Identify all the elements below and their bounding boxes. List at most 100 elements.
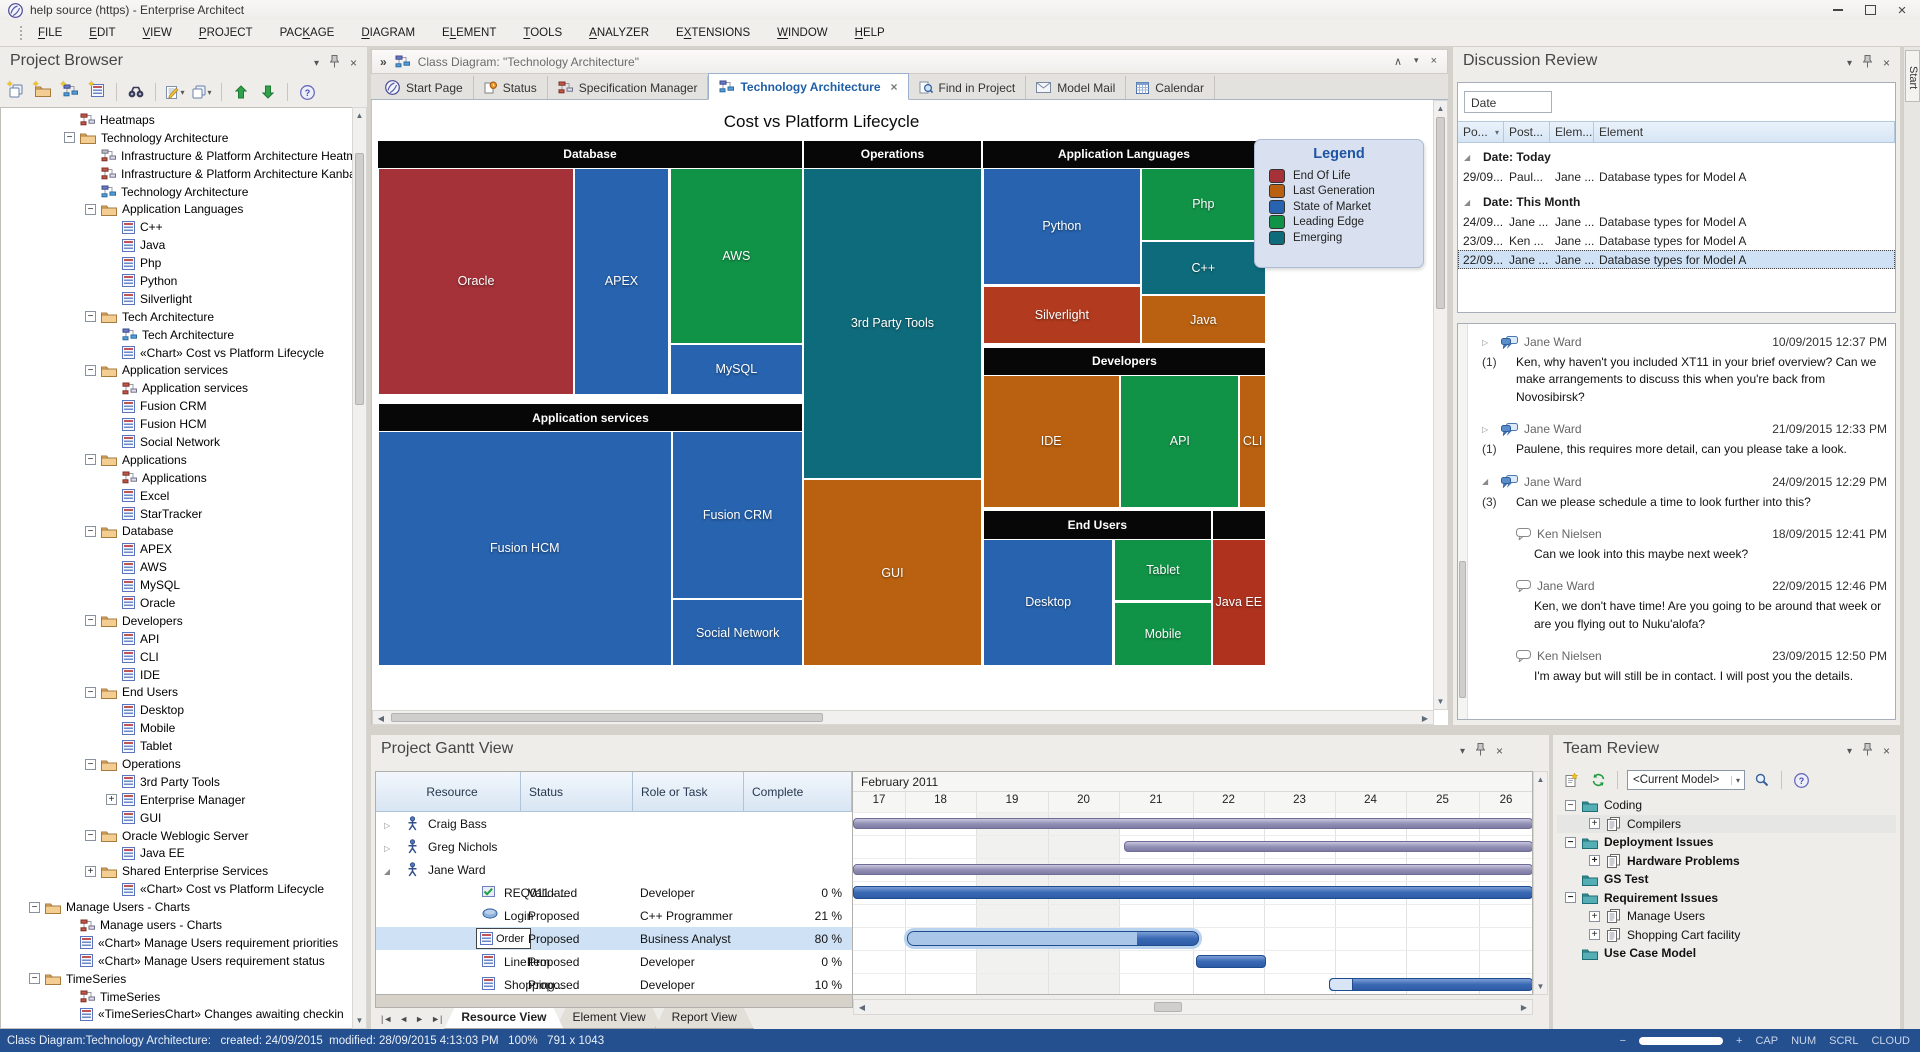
column-header[interactable]: Elem... xyxy=(1550,121,1594,143)
gantt-summary-bar[interactable] xyxy=(1124,841,1533,852)
collapse-toggle[interactable]: − xyxy=(1565,800,1576,811)
discussion-post[interactable]: ◢Jane Ward24/09/2015 12:29 PM(3)Can we p… xyxy=(1482,472,1887,511)
column-header[interactable]: Post... xyxy=(1504,121,1550,143)
row-collapsed-icon[interactable]: ▷ xyxy=(384,840,390,854)
zoom-slider[interactable] xyxy=(1639,1037,1723,1045)
view-tab-resource-view[interactable]: Resource View xyxy=(444,1008,563,1029)
gantt-row[interactable]: LineItemProposedDeveloper0 % xyxy=(376,950,852,973)
tree-item[interactable]: Python xyxy=(1,272,352,290)
chevron-down-icon[interactable]: ▾ xyxy=(1847,746,1852,757)
treemap-block[interactable]: Php xyxy=(1142,169,1265,240)
collapse-toggle[interactable]: − xyxy=(85,454,96,465)
gantt-row[interactable]: LoginProposedC++ Programmer21 % xyxy=(376,904,852,927)
canvas-vertical-scrollbar[interactable]: ▲▼ xyxy=(1433,100,1448,710)
tab-start-page[interactable]: Start Page xyxy=(375,76,474,99)
treemap-block[interactable]: Java xyxy=(1142,296,1265,343)
close-tab-icon[interactable]: × xyxy=(891,80,898,94)
tree-item[interactable]: Manage users - Charts xyxy=(1,916,352,934)
chevron-down-icon[interactable]: ▾ xyxy=(1460,746,1465,757)
gantt-column-header[interactable]: Status xyxy=(521,772,633,812)
help-button[interactable]: ? xyxy=(297,82,317,102)
new-package-button[interactable]: ✦ xyxy=(33,82,53,102)
column-header[interactable]: Po...▾ xyxy=(1458,121,1504,143)
gantt-row[interactable]: Shopping...ProposedDeveloper10 % xyxy=(376,973,852,996)
new-document-button[interactable] xyxy=(1561,770,1581,790)
group-row[interactable]: ◢Date: Today xyxy=(1458,147,1895,167)
gantt-row[interactable]: ◢Jane Ward xyxy=(376,858,852,881)
group-expanded-icon[interactable]: ◢ xyxy=(1464,153,1477,162)
tree-item[interactable]: Excel xyxy=(1,487,352,505)
team-review-item[interactable]: −Requirement Issues xyxy=(1557,889,1896,908)
gantt-row[interactable]: ▷Craig Bass xyxy=(376,812,852,835)
tree-item[interactable]: «Chart» Manage Users requirement priorit… xyxy=(1,934,352,952)
zoom-in-icon[interactable]: + xyxy=(1736,1035,1742,1047)
tree-item[interactable]: −Operations xyxy=(1,755,352,773)
treemap-block[interactable]: Social Network xyxy=(673,600,802,665)
tree-item[interactable]: «Chart» Cost vs Platform Lifecycle xyxy=(1,344,352,362)
team-review-item[interactable]: +Hardware Problems xyxy=(1557,852,1896,871)
team-review-item[interactable]: +Manage Users xyxy=(1557,907,1896,926)
thread-expanded-icon[interactable]: ◢ xyxy=(1482,477,1495,486)
view-tab-element-view[interactable]: Element View xyxy=(556,1008,663,1029)
tree-item[interactable]: «Chart» Manage Users requirement status xyxy=(1,952,352,970)
menu-package[interactable]: PACKAGE xyxy=(280,27,335,39)
find-in-browser-button[interactable] xyxy=(126,82,146,102)
chevron-down-icon[interactable]: ▾ xyxy=(314,58,319,69)
menu-help[interactable]: HELP xyxy=(855,27,885,39)
minimize-button[interactable] xyxy=(1824,1,1852,19)
discussion-row[interactable]: 29/09...Paul...Jane ...Database types fo… xyxy=(1458,167,1895,186)
discussion-post[interactable]: ▷Jane Ward21/09/2015 12:33 PM(1)Paulene,… xyxy=(1482,419,1887,458)
menu-diagram[interactable]: DIAGRAM xyxy=(361,27,415,39)
tree-item[interactable]: StarTracker xyxy=(1,505,352,523)
treemap-block[interactable]: Fusion CRM xyxy=(673,432,802,598)
tree-item[interactable]: −TimeSeries xyxy=(1,970,352,988)
collapse-toggle[interactable]: − xyxy=(29,973,40,984)
collapse-toggle[interactable]: − xyxy=(85,311,96,322)
treemap-block[interactable]: API xyxy=(1121,376,1238,507)
menu-edit[interactable]: EDIT xyxy=(89,27,115,39)
gantt-nav-buttons[interactable]: |◄◄►►| xyxy=(375,1008,452,1029)
tree-item[interactable]: Applications xyxy=(1,469,352,487)
close-icon[interactable]: × xyxy=(1883,56,1890,70)
thread-collapsed-icon[interactable]: ▷ xyxy=(1482,338,1495,347)
collapse-toggle[interactable]: − xyxy=(64,132,75,143)
treemap-block[interactable]: APEX xyxy=(575,169,668,394)
treemap-block[interactable]: Desktop xyxy=(984,540,1113,665)
close-icon[interactable]: × xyxy=(1496,744,1503,758)
gantt-column-header[interactable]: Role or Task xyxy=(633,772,744,812)
gantt-column-header[interactable]: Resource xyxy=(376,772,521,812)
team-review-item[interactable]: Use Case Model xyxy=(1557,944,1896,963)
close-icon[interactable]: × xyxy=(1883,744,1890,758)
gantt-column-header[interactable]: Complete xyxy=(744,772,852,812)
team-review-item[interactable]: +Shopping Cart facility xyxy=(1557,926,1896,945)
tree-item[interactable]: −Technology Architecture xyxy=(1,129,352,147)
tab-calendar[interactable]: Calendar xyxy=(1126,76,1215,99)
copy-button[interactable]: ▾ xyxy=(192,82,212,102)
expand-toggle[interactable]: + xyxy=(85,866,96,877)
treemap-block[interactable]: Silverlight xyxy=(984,287,1140,343)
tab-specification-manager[interactable]: Specification Manager xyxy=(548,76,709,99)
treemap-block[interactable]: Mobile xyxy=(1115,603,1211,665)
collapse-toggle[interactable]: − xyxy=(1565,837,1576,848)
help-button[interactable]: ? xyxy=(1791,770,1811,790)
tree-item[interactable]: API xyxy=(1,630,352,648)
gantt-task-bar[interactable] xyxy=(853,886,1533,899)
pin-icon[interactable] xyxy=(1863,55,1872,71)
tree-item[interactable]: TimeSeries xyxy=(1,988,352,1006)
group-by-field[interactable]: Date xyxy=(1464,91,1552,113)
team-review-item[interactable]: −Deployment Issues xyxy=(1557,833,1896,852)
collapse-toggle[interactable]: − xyxy=(29,902,40,913)
tree-item[interactable]: Desktop xyxy=(1,701,352,719)
thread-scrollbar[interactable] xyxy=(1458,324,1468,719)
tree-item[interactable]: «TimeSeriesChart» Changes awaiting check… xyxy=(1,1006,352,1024)
gantt-selected-task-bar[interactable] xyxy=(907,931,1199,946)
group-expanded-icon[interactable]: ◢ xyxy=(1464,198,1477,207)
pin-icon[interactable] xyxy=(1476,743,1485,759)
gantt-row[interactable]: ▷Greg Nichols xyxy=(376,835,852,858)
gantt-row[interactable]: REQ011 - ...ValidatedDeveloper0 % xyxy=(376,881,852,904)
tree-item[interactable]: Technology Architecture xyxy=(1,183,352,201)
new-model-button[interactable]: ✦ xyxy=(6,82,26,102)
expand-toggle[interactable]: + xyxy=(1589,855,1600,866)
close-button[interactable]: × xyxy=(1888,1,1916,19)
expand-toggle[interactable]: + xyxy=(1589,911,1600,922)
